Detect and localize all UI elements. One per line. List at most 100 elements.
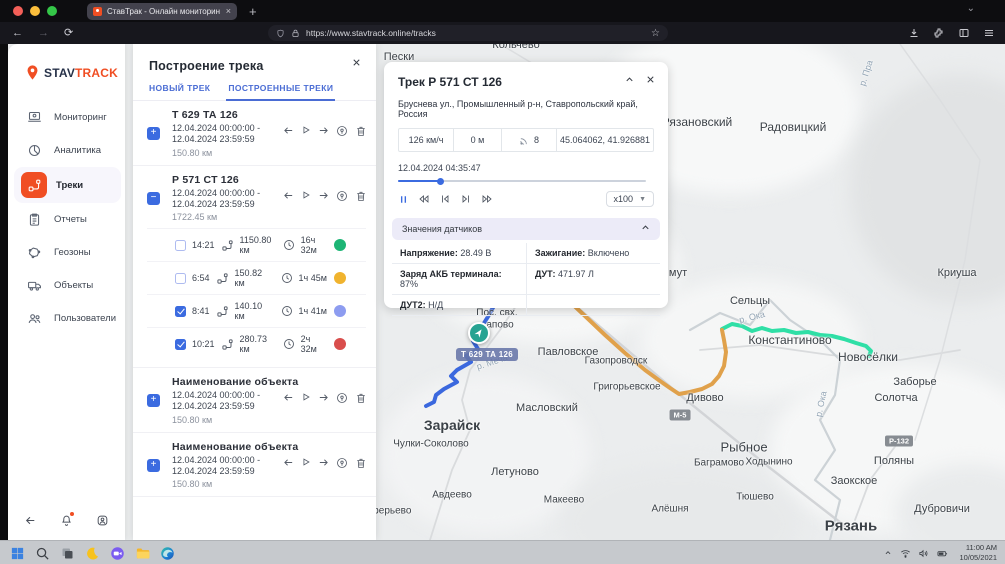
notifications-bell-icon[interactable] — [60, 514, 73, 527]
delete-track-icon[interactable] — [355, 392, 367, 404]
locate-track-icon[interactable] — [336, 125, 348, 137]
tab-new-track[interactable]: НОВЫЙ ТРЕК — [149, 83, 210, 100]
panel-close-icon[interactable] — [351, 57, 362, 68]
next-track-icon[interactable] — [318, 392, 329, 404]
track-list: Т 629 ТА 126+12.04.2024 00:00:00 - 12.04… — [133, 101, 376, 497]
hidden-icons-chevron[interactable] — [883, 548, 893, 558]
rewind-button[interactable] — [418, 193, 430, 205]
menu-hamburger-icon[interactable] — [983, 27, 995, 39]
close-detail-icon[interactable] — [645, 74, 656, 85]
profile-icon[interactable] — [96, 514, 109, 527]
sidebar-item-отчеты[interactable]: Отчеты — [8, 203, 125, 236]
step-back-button[interactable] — [439, 193, 451, 205]
track-distance: 150.80 км — [172, 479, 366, 489]
tab-list-caret-icon[interactable]: ⌄ — [967, 3, 975, 14]
segment-checkbox-checked[interactable] — [175, 339, 186, 350]
task-view-icon[interactable] — [60, 546, 75, 561]
play-track-icon[interactable] — [301, 190, 311, 202]
segment-checkbox-checked[interactable] — [175, 306, 186, 317]
segment-checkbox[interactable] — [175, 240, 186, 251]
play-track-icon[interactable] — [301, 125, 311, 137]
sidebar-item-аналитика[interactable]: Аналитика — [8, 134, 125, 167]
video-app-icon[interactable] — [110, 546, 125, 561]
segment-checkbox[interactable] — [175, 273, 186, 284]
track-item: Р 571 СТ 126−12.04.2024 00:00:00 - 12.04… — [133, 166, 376, 369]
delete-track-icon[interactable] — [355, 190, 367, 202]
map-place-label: Летуново — [491, 466, 539, 478]
new-tab-button[interactable]: + — [249, 4, 257, 19]
sidebar-item-label: Треки — [56, 180, 83, 191]
track-distance: 1722.45 км — [172, 212, 366, 222]
collapse-track-button[interactable]: − — [147, 192, 160, 205]
sensor-row: ДУТ2: Н/Д — [392, 295, 660, 316]
file-explorer-icon[interactable] — [135, 546, 150, 561]
extensions-icon[interactable] — [933, 27, 945, 39]
prev-track-icon[interactable] — [283, 190, 294, 202]
step-forward-button[interactable] — [460, 193, 472, 205]
expand-track-button[interactable]: + — [147, 394, 160, 407]
vehicle-marker[interactable] — [468, 322, 490, 344]
monitoring-icon — [27, 110, 43, 126]
play-track-icon[interactable] — [301, 392, 311, 404]
downloads-icon[interactable] — [908, 27, 920, 39]
play-track-icon[interactable] — [301, 457, 311, 469]
browser-tab[interactable]: СтавТрак - Онлайн мониторин × — [87, 3, 237, 20]
moon-app-icon[interactable] — [85, 546, 100, 561]
next-track-icon[interactable] — [318, 125, 329, 137]
url-bar[interactable]: https://www.stavtrack.online/tracks ☆ — [268, 25, 668, 41]
playback-speed-select[interactable]: x100 ▼ — [606, 191, 654, 207]
delete-track-icon[interactable] — [355, 125, 367, 137]
playback-slider[interactable] — [398, 180, 646, 182]
close-window-button[interactable] — [13, 6, 23, 16]
maximize-window-button[interactable] — [47, 6, 57, 16]
sensor-cell — [526, 295, 660, 315]
edge-browser-icon[interactable] — [160, 546, 175, 561]
forward-button[interactable]: → — [38, 28, 49, 39]
expand-track-button[interactable]: + — [147, 459, 160, 472]
prev-track-icon[interactable] — [283, 457, 294, 469]
prev-track-icon[interactable] — [283, 392, 294, 404]
locate-track-icon[interactable] — [336, 392, 348, 404]
sidebar-item-треки[interactable]: Треки — [14, 167, 121, 203]
sidebar-item-геозоны[interactable]: Геозоны — [8, 236, 125, 269]
sidebar-item-объекты[interactable]: Объекты — [8, 269, 125, 302]
next-track-icon[interactable] — [318, 190, 329, 202]
fast-forward-button[interactable] — [481, 193, 493, 205]
back-button[interactable]: ← — [12, 28, 23, 39]
taskbar-clock[interactable]: 11:00 AM 10/05/2021 — [959, 543, 997, 563]
wifi-icon[interactable] — [900, 548, 911, 559]
locate-track-icon[interactable] — [336, 190, 348, 202]
track-name: Наименование объекта — [172, 376, 366, 388]
volume-icon[interactable] — [918, 548, 929, 559]
battery-icon[interactable] — [936, 548, 949, 559]
logo-pin-icon — [24, 64, 41, 81]
collapse-sidebar-icon[interactable] — [24, 514, 37, 527]
bookmark-star-icon[interactable]: ☆ — [651, 28, 660, 39]
track-period: 12.04.2024 00:00:00 - 12.04.2024 23:59:5… — [172, 123, 292, 146]
minimize-window-button[interactable] — [30, 6, 40, 16]
browser-nav-bar: ← → ⟳ https://www.stavtrack.online/track… — [0, 22, 1005, 44]
sidebar-item-мониторинг[interactable]: Мониторинг — [8, 101, 125, 134]
locate-track-icon[interactable] — [336, 457, 348, 469]
track-name: Наименование объекта — [172, 441, 366, 453]
tab-built-tracks[interactable]: ПОСТРОЕННЫЕ ТРЕКИ — [228, 83, 333, 100]
slider-knob[interactable] — [437, 178, 444, 185]
tab-close-icon[interactable]: × — [226, 7, 231, 16]
prev-track-icon[interactable] — [283, 125, 294, 137]
reload-button[interactable]: ⟳ — [64, 28, 73, 39]
sidebar-item-пользователи[interactable]: Пользователи — [8, 302, 125, 335]
map-place-label: Сельцы — [730, 295, 770, 307]
collapse-panel-icon[interactable] — [624, 74, 635, 85]
tab-title: СтавТрак - Онлайн мониторин — [107, 7, 221, 16]
delete-track-icon[interactable] — [355, 457, 367, 469]
taskbar-search-icon[interactable] — [35, 546, 50, 561]
expand-track-button[interactable]: + — [147, 127, 160, 140]
start-button[interactable] — [10, 546, 25, 561]
next-track-icon[interactable] — [318, 457, 329, 469]
sidebars-icon[interactable] — [958, 27, 970, 39]
window-edge — [0, 44, 8, 540]
sensors-section-header[interactable]: Значения датчиков — [392, 218, 660, 240]
window-controls — [13, 6, 57, 16]
pause-button[interactable] — [398, 194, 409, 205]
satellites-value: 8 — [534, 135, 539, 145]
